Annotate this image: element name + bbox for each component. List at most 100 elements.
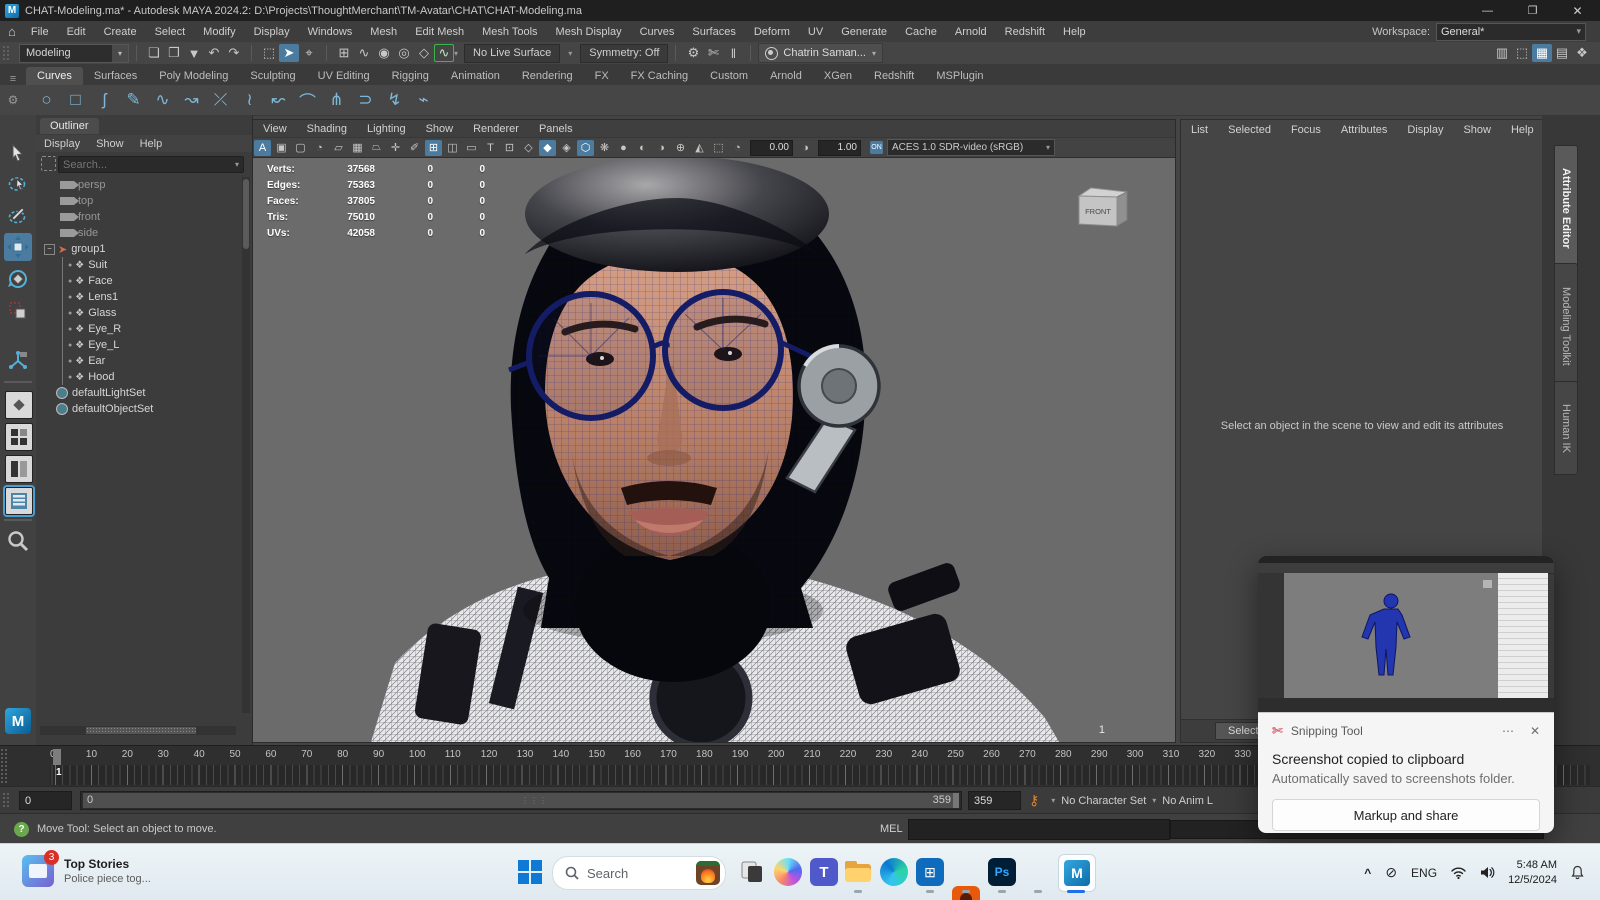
shelf-tab[interactable]: UV Editing xyxy=(307,67,381,85)
character-set-dropdown[interactable]: No Character Set xyxy=(1061,795,1146,807)
menu-item[interactable]: Mesh xyxy=(361,26,406,38)
menu-item[interactable]: Create xyxy=(95,26,146,38)
shelf-tab[interactable]: Curves xyxy=(26,67,83,85)
layout-four-pane-button[interactable] xyxy=(5,423,33,451)
undo-icon[interactable]: ↶ xyxy=(204,44,224,62)
chevron-down-icon[interactable]: ▾ xyxy=(568,49,572,58)
viewport-menu-item[interactable]: Shading xyxy=(297,123,357,135)
exposure-field[interactable]: 0.00 xyxy=(750,140,793,156)
camera-select-icon[interactable]: ▣ xyxy=(273,140,290,156)
menu-item[interactable]: Deform xyxy=(745,26,799,38)
viewport-menu-item[interactable]: Panels xyxy=(529,123,583,135)
last-tool-button[interactable] xyxy=(4,347,32,375)
make-live-icon[interactable]: ∿ xyxy=(434,44,454,62)
app-icon-teams[interactable]: T xyxy=(810,858,838,886)
snap-projected-center-icon[interactable]: ◎ xyxy=(394,44,414,62)
sidebar-toggle-tool-icon[interactable]: ⬚ xyxy=(1512,44,1532,62)
outliner-menu-item[interactable]: Help xyxy=(132,138,171,150)
close-icon[interactable]: ✕ xyxy=(1530,724,1540,738)
wifi-icon[interactable] xyxy=(1451,867,1466,879)
sidebar-toggle-stack-icon[interactable]: ❖ xyxy=(1572,44,1592,62)
notification-bell-icon[interactable] xyxy=(1570,865,1585,880)
maximize-button[interactable]: ❐ xyxy=(1510,0,1555,21)
shelf-tab[interactable]: Sculpting xyxy=(239,67,306,85)
animation-start-field[interactable]: 0 xyxy=(19,791,72,810)
shelf-tab[interactable]: Poly Modeling xyxy=(148,67,239,85)
sidebar-toggle-attributes-icon[interactable]: ▥ xyxy=(1492,44,1512,62)
rotate-tool-button[interactable] xyxy=(4,265,32,293)
range-end-handle[interactable] xyxy=(953,793,959,808)
menu-item[interactable]: Modify xyxy=(194,26,244,38)
range-handle-dots[interactable]: ⋮⋮⋮ xyxy=(521,796,548,805)
outliner-item-mesh[interactable]: ● ❖ Eye_R xyxy=(36,321,240,337)
attribute-panel-menu-item[interactable]: Show xyxy=(1453,124,1501,136)
viewport-canvas[interactable]: Verts:3756800 Edges:7536300 Faces:378050… xyxy=(253,158,1175,742)
more-options-icon[interactable]: ⋯ xyxy=(1502,724,1516,738)
mel-command-input[interactable] xyxy=(908,819,1170,840)
bookmark-icon[interactable]: ▱ xyxy=(330,140,347,156)
outliner-item-mesh[interactable]: ● ❖ Face xyxy=(36,273,240,289)
outliner-search-input[interactable] xyxy=(59,159,235,171)
shadows-icon[interactable]: ● xyxy=(615,140,632,156)
range-grip[interactable] xyxy=(2,792,9,809)
attribute-panel-menu-item[interactable]: Attributes xyxy=(1331,124,1397,136)
screenshot-thumbnail[interactable] xyxy=(1258,556,1554,713)
menu-item[interactable]: Cache xyxy=(896,26,946,38)
clock[interactable]: 5:48 AM 12/5/2024 xyxy=(1508,858,1557,888)
shelf-collapse-icon[interactable]: ≡ xyxy=(0,73,26,85)
menu-item[interactable]: Select xyxy=(146,26,195,38)
outliner-horizontal-scrollbar[interactable] xyxy=(40,726,236,735)
app-icon-microsoft-store[interactable]: ⊞ xyxy=(916,858,944,886)
auto-key-icon[interactable]: ⚷ xyxy=(1029,792,1039,809)
select-object-icon[interactable]: ➤ xyxy=(279,44,299,62)
workspace-dropdown[interactable]: General* ▾ xyxy=(1436,23,1586,41)
snap-curve-icon[interactable]: ∿ xyxy=(354,44,374,62)
resolution-gate-icon[interactable]: ▭ xyxy=(463,140,480,156)
app-icon-orange-app[interactable] xyxy=(952,886,980,900)
film-gate-icon[interactable]: ◫ xyxy=(444,140,461,156)
intersect-curves-icon[interactable]: ⋔ xyxy=(322,87,351,113)
menu-item[interactable]: Help xyxy=(1054,26,1095,38)
attribute-panel-menu-item[interactable]: Selected xyxy=(1218,124,1281,136)
2d-pan-zoom-icon[interactable]: ✛ xyxy=(387,140,404,156)
chevron-down-icon[interactable]: ▾ xyxy=(1051,796,1055,805)
view-cube[interactable]: FRONT xyxy=(1071,180,1135,236)
pause-icon[interactable]: ‖ xyxy=(723,44,743,62)
sidebar-toggle-channels-icon[interactable]: ▦ xyxy=(1532,44,1552,62)
viewport-menu-item[interactable]: Show xyxy=(416,123,464,135)
mel-label[interactable]: MEL xyxy=(880,823,903,835)
lasso-tool-button[interactable] xyxy=(4,170,32,198)
viewport-menu-item[interactable]: Renderer xyxy=(463,123,529,135)
depth-of-field-icon[interactable]: ◭ xyxy=(691,140,708,156)
shaded-icon[interactable]: ◆ xyxy=(539,140,556,156)
attribute-panel-menu-item[interactable]: Focus xyxy=(1281,124,1331,136)
anim-layer-dropdown[interactable]: No Anim L xyxy=(1162,795,1213,807)
greasepencil-icon[interactable]: ✐ xyxy=(406,140,423,156)
shelf-tab[interactable]: Custom xyxy=(699,67,759,85)
menu-item[interactable]: Display xyxy=(245,26,299,38)
curve-fillet-icon[interactable]: ⌁ xyxy=(409,87,438,113)
tray-chevron-icon[interactable]: ^ xyxy=(1364,866,1371,880)
search-filter-icon[interactable] xyxy=(41,156,56,171)
grid-icon[interactable]: ⊞ xyxy=(425,140,442,156)
menu-item[interactable]: Redshift xyxy=(996,26,1054,38)
redo-icon[interactable]: ↷ xyxy=(224,44,244,62)
isolate-select-icon[interactable]: ⬚ xyxy=(710,140,727,156)
shelf-tab[interactable]: Rendering xyxy=(511,67,584,85)
camera-attributes-icon[interactable]: ◔ xyxy=(311,140,328,156)
insert-knot-icon[interactable]: ↯ xyxy=(380,87,409,113)
taskbar-search[interactable]: Search xyxy=(552,856,726,890)
chevron-down-icon[interactable]: ▾ xyxy=(1152,796,1156,805)
outliner-item-set[interactable]: defaultLightSet xyxy=(36,385,240,401)
minimize-button[interactable]: — xyxy=(1465,0,1510,21)
shelf-tab[interactable]: Arnold xyxy=(759,67,813,85)
cv-curve-tool-icon[interactable]: ∿ xyxy=(148,87,177,113)
select-component-icon[interactable]: ⌖ xyxy=(299,44,319,62)
move-tool-button[interactable] xyxy=(4,233,32,261)
outliner-menu-item[interactable]: Display xyxy=(36,138,88,150)
menu-item[interactable]: Edit Mesh xyxy=(406,26,473,38)
toolbar-grip[interactable] xyxy=(2,45,9,61)
app-icon-photoshop[interactable]: Ps xyxy=(988,858,1016,886)
paint-select-tool-button[interactable] xyxy=(4,201,32,229)
nurbs-circle-icon[interactable]: ○ xyxy=(32,87,61,113)
